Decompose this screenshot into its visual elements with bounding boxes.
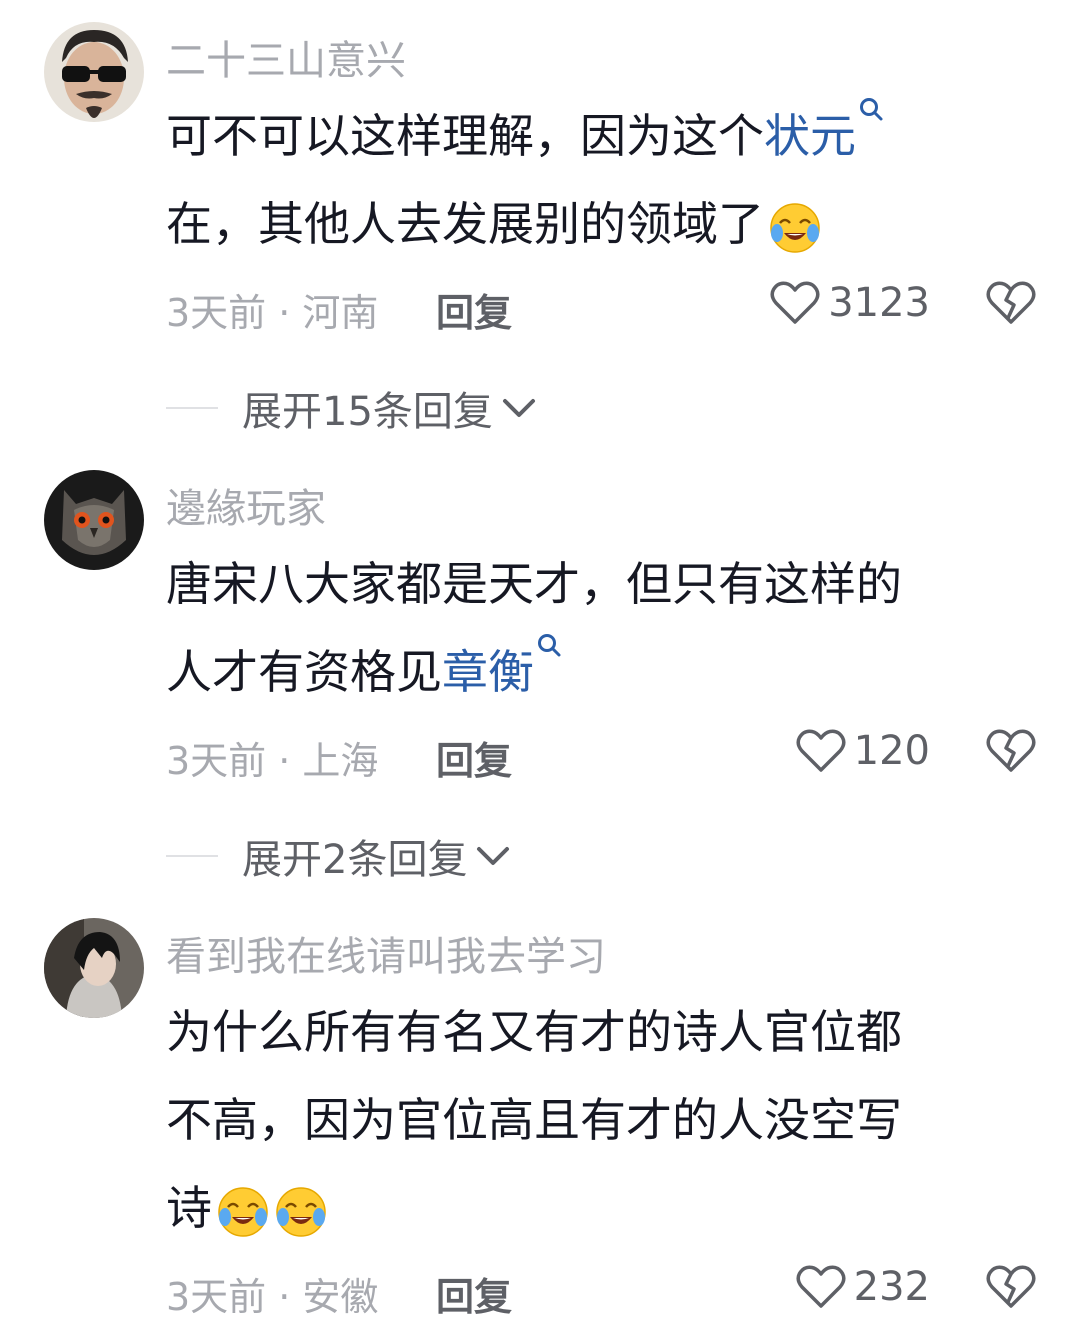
like-button[interactable]: 120 [796,726,930,776]
chevron-down-icon [477,847,510,865]
avatar[interactable] [44,22,144,122]
like-button[interactable]: 3123 [770,278,930,328]
reply-button[interactable]: 回复 [436,730,512,785]
username[interactable]: 看到我在线请叫我去学习 [166,924,606,982]
username[interactable]: 邊緣玩家 [166,476,326,534]
reply-button[interactable]: 回复 [436,1266,512,1321]
expand-replies-label: 展开15条回复 [242,389,493,435]
avatar[interactable] [44,918,144,1018]
comment-text-line: 可不可以这样理解，因为这个 [166,109,764,163]
expand-replies-button[interactable]: 展开15条回复 [166,383,537,435]
comment-text: 唐宋八大家都是天才，但只有这样的 人才有资格见章衡 [166,540,1036,716]
heart-outline-icon [770,281,820,324]
comment-text-line: 在，其他人去发展别的领域了 [166,197,764,251]
heart-outline-icon [796,1265,846,1308]
keyword-link[interactable]: 状元 [764,109,856,163]
expand-replies-button[interactable]: 展开2条回复 [166,831,511,883]
comment-text-line: 人才有资格见 [166,645,442,699]
comment-text-line: 不高，因为官位高且有才的人没空写 [166,1093,902,1147]
username[interactable]: 二十三山意兴 [166,28,406,86]
comment-text: 可不可以这样理解，因为这个状元 在，其他人去发展别的领域了 [166,92,1036,268]
comment-time-location: 3天前 · 上海 [166,739,379,783]
keyword-link[interactable]: 章衡 [442,645,534,699]
divider [166,855,218,857]
like-button[interactable]: 232 [796,1262,930,1312]
like-count: 3123 [828,280,930,326]
expand-replies-label: 展开2条回复 [242,837,468,883]
broken-heart-icon[interactable] [986,726,1036,776]
comment-time-location: 3天前 · 河南 [166,291,379,335]
comment-text-line: 为什么所有有名又有才的诗人官位都 [166,1005,902,1059]
crying-laughing-emoji [276,1186,326,1237]
crying-laughing-emoji [218,1186,268,1237]
like-count: 232 [853,1264,930,1310]
comment-text-line: 诗 [166,1181,212,1235]
broken-heart-icon[interactable] [986,1262,1036,1312]
reply-button[interactable]: 回复 [436,282,512,337]
crying-laughing-emoji [770,202,820,253]
search-icon [538,634,561,657]
avatar[interactable] [44,470,144,570]
chevron-down-icon [502,399,535,417]
comment-text: 为什么所有有名又有才的诗人官位都 不高，因为官位高且有才的人没空写 诗 [166,988,1036,1252]
heart-outline-icon [796,729,846,772]
search-icon [860,98,883,121]
comment-text-line: 唐宋八大家都是天才，但只有这样的 [166,557,902,611]
comment-time-location: 3天前 · 安徽 [166,1275,379,1319]
like-count: 120 [853,728,930,774]
broken-heart-icon[interactable] [986,278,1036,328]
divider [166,407,218,409]
